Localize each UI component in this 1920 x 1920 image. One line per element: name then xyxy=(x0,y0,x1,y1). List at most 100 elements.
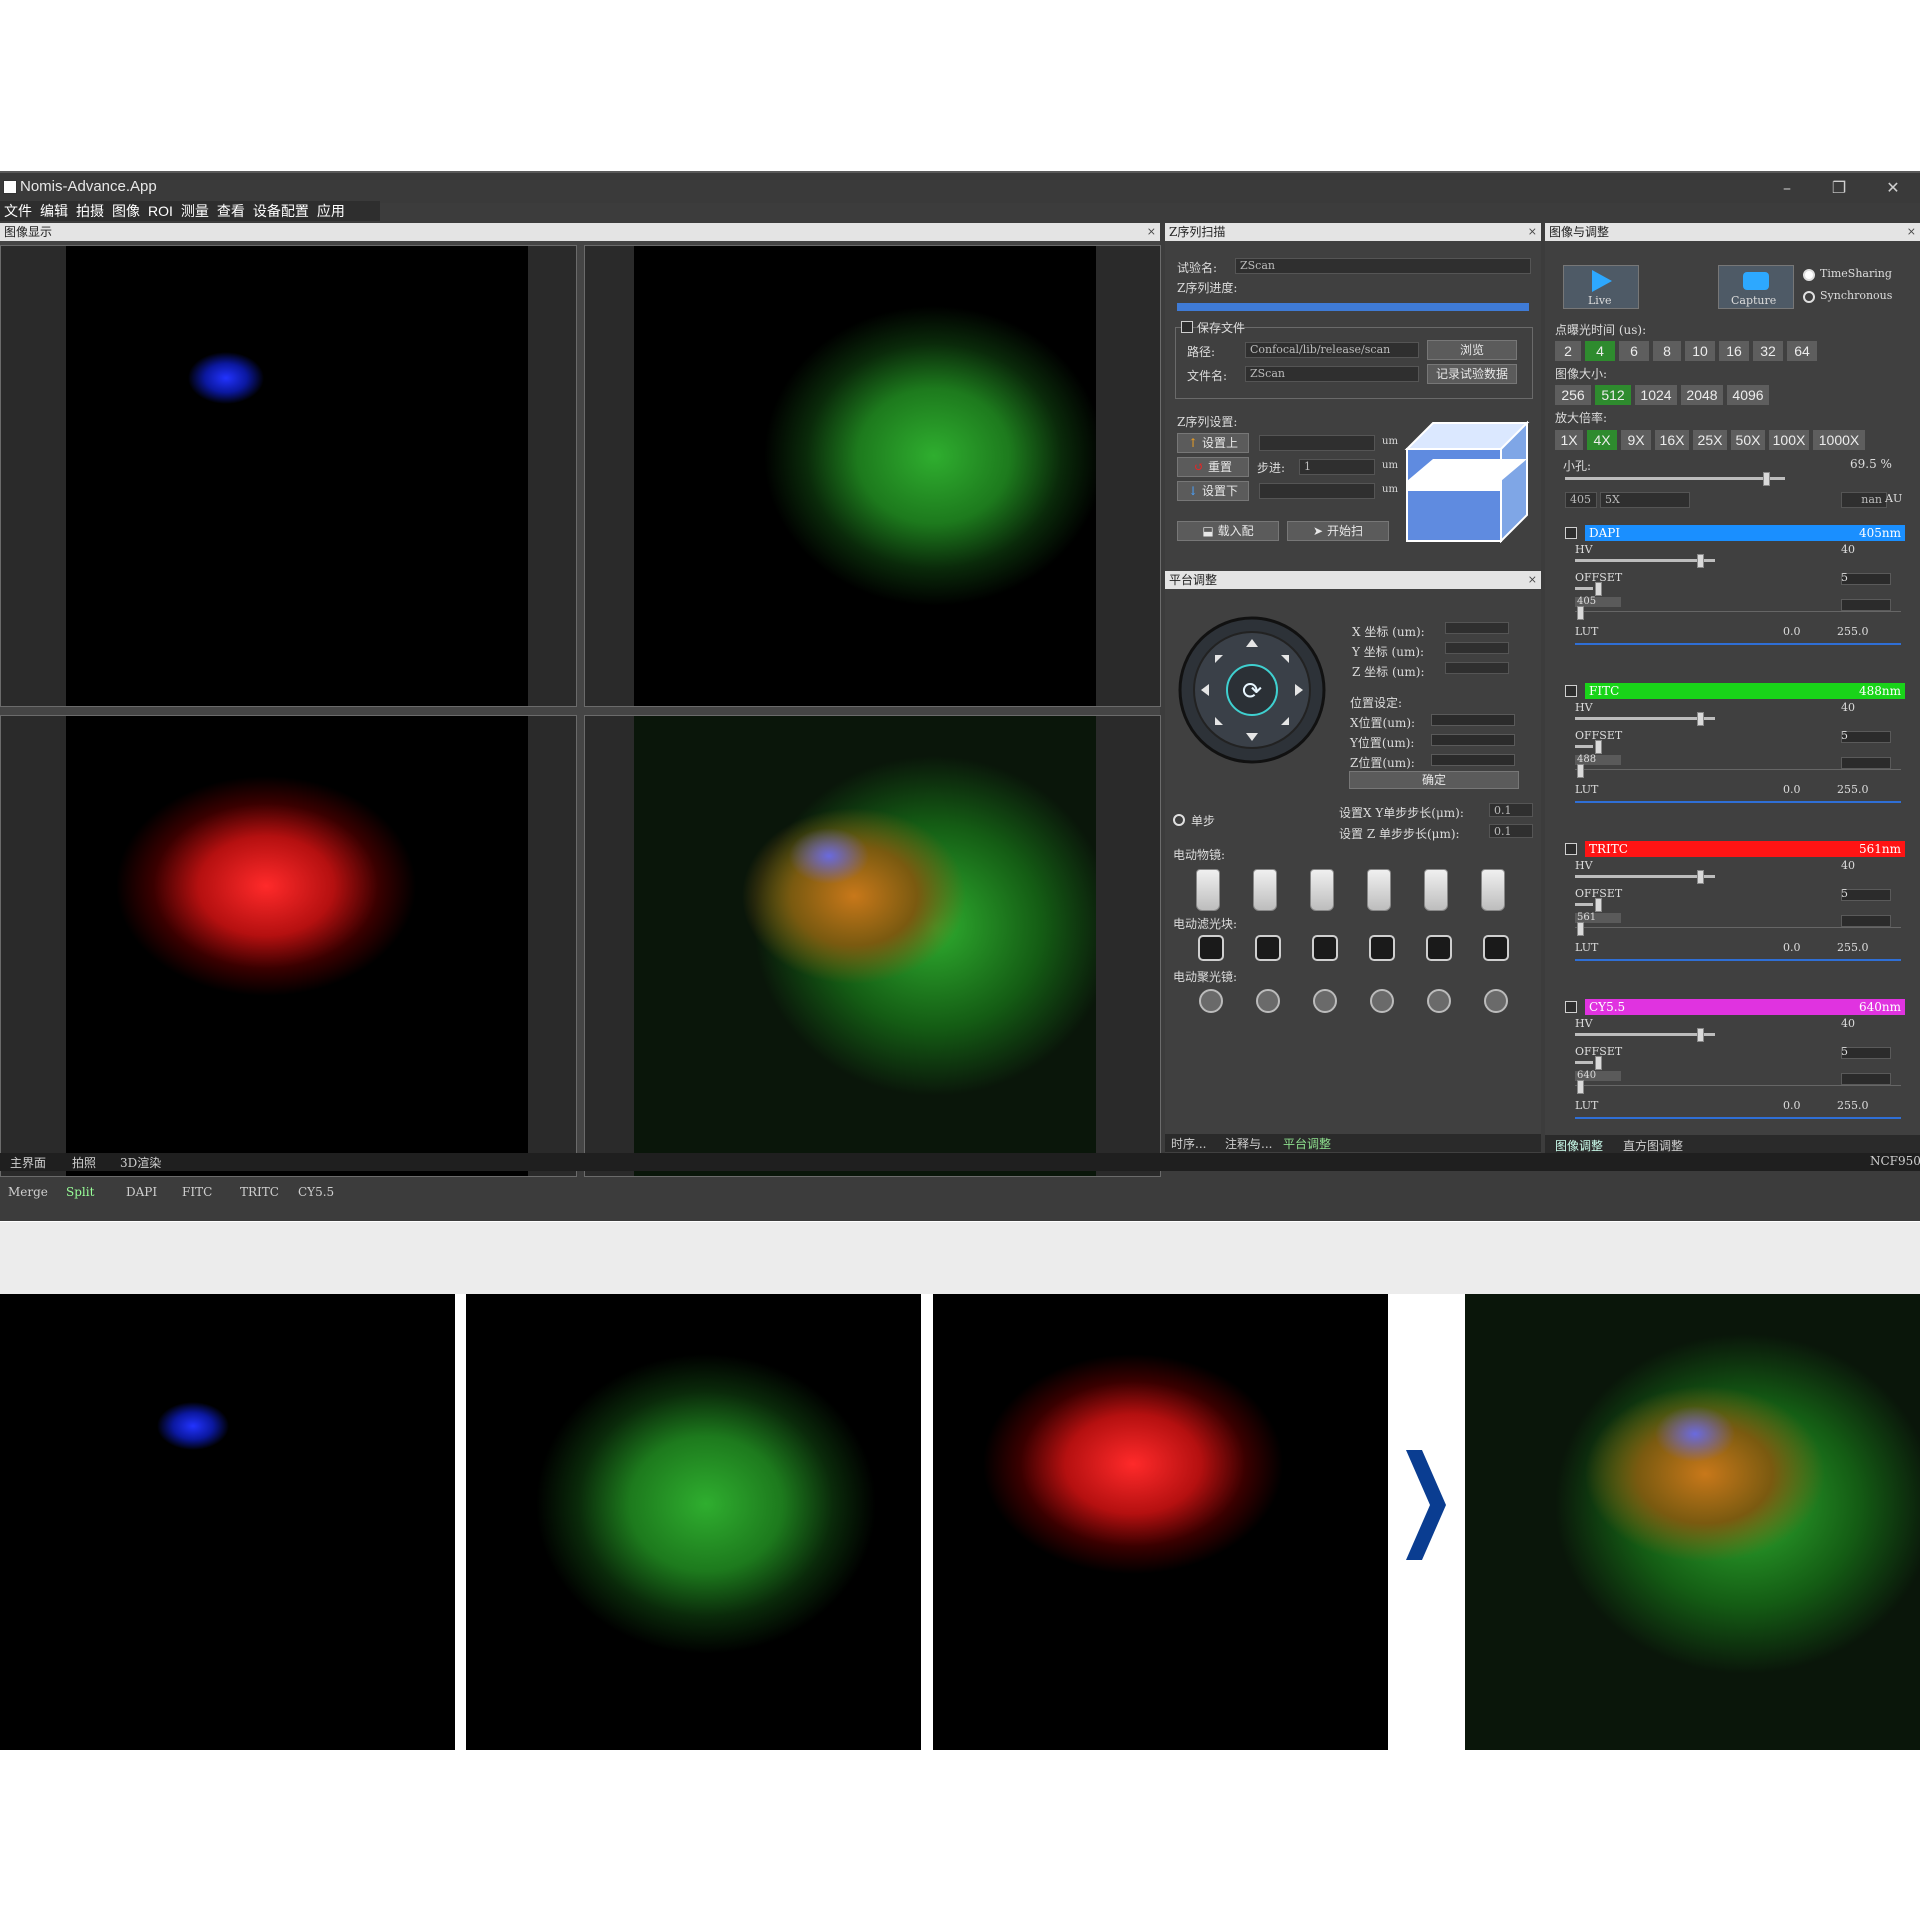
tab-timeseries[interactable]: 时序... xyxy=(1171,1135,1206,1152)
lut-max[interactable]: 255.0 xyxy=(1837,941,1869,954)
menu-file[interactable]: 文件 xyxy=(0,201,36,221)
zpos-field[interactable] xyxy=(1431,754,1515,766)
tab-annotation[interactable]: 注释与... xyxy=(1225,1135,1272,1152)
condenser-2-icon[interactable] xyxy=(1256,989,1280,1013)
image-cell-merge[interactable] xyxy=(584,715,1161,1177)
filter-5-icon[interactable] xyxy=(1426,935,1452,961)
channel-sub-value[interactable] xyxy=(1841,757,1891,769)
offset-knob[interactable] xyxy=(1595,898,1602,912)
x-coord-field[interactable] xyxy=(1445,622,1509,634)
xpos-field[interactable] xyxy=(1431,714,1515,726)
tab-main[interactable]: 主界面 xyxy=(10,1154,46,1171)
zoom-option[interactable]: 9X xyxy=(1621,430,1651,450)
path-field[interactable]: Confocal/lib/release/scan xyxy=(1245,342,1419,358)
record-button[interactable]: 记录试验数据 xyxy=(1427,364,1517,384)
lut-range-bar[interactable] xyxy=(1575,1117,1901,1119)
lut-range-bar[interactable] xyxy=(1575,643,1901,645)
y-coord-field[interactable] xyxy=(1445,642,1509,654)
channel-header[interactable]: TRITC 561nm xyxy=(1585,841,1905,857)
objective-20x-icon[interactable] xyxy=(1253,869,1277,911)
condenser-6-icon[interactable] xyxy=(1484,989,1508,1013)
tab-merge[interactable]: Merge xyxy=(8,1185,48,1199)
offset-knob[interactable] xyxy=(1595,740,1602,754)
offset-slider[interactable] xyxy=(1575,903,1593,906)
zoom-option[interactable]: 25X xyxy=(1693,430,1727,450)
lut-min[interactable]: 0.0 xyxy=(1783,1099,1801,1112)
filter-1-icon[interactable] xyxy=(1198,935,1224,961)
hv-slider[interactable] xyxy=(1575,559,1715,562)
condenser-1-icon[interactable] xyxy=(1199,989,1223,1013)
channel-enable-checkbox[interactable] xyxy=(1565,527,1577,539)
menu-apps[interactable]: 应用 xyxy=(313,201,349,221)
filter-6-icon[interactable] xyxy=(1483,935,1509,961)
lut-max[interactable]: 255.0 xyxy=(1837,783,1869,796)
restore-icon[interactable]: ❐ xyxy=(1816,176,1862,200)
filter-3-icon[interactable] xyxy=(1312,935,1338,961)
z-step-field[interactable]: 0.1 xyxy=(1489,824,1533,838)
menu-roi[interactable]: ROI xyxy=(144,201,177,221)
lut-marker[interactable] xyxy=(1577,1080,1584,1094)
tab-3d[interactable]: 3D渲染 xyxy=(120,1154,161,1171)
zoom-option[interactable]: 1000X xyxy=(1813,430,1865,450)
tab-histogram[interactable]: 直方图调整 xyxy=(1623,1137,1683,1154)
channel-enable-checkbox[interactable] xyxy=(1565,1001,1577,1013)
filter-2-icon[interactable] xyxy=(1255,935,1281,961)
stage-joystick[interactable]: ⟳ xyxy=(1177,615,1327,765)
hv-slider[interactable] xyxy=(1575,717,1715,720)
offset-field[interactable] xyxy=(1841,573,1891,585)
exposure-option[interactable]: 16 xyxy=(1719,341,1749,361)
offset-slider[interactable] xyxy=(1575,587,1593,590)
reset-button[interactable]: ↺ 重置 xyxy=(1177,457,1249,477)
image-cell-fitc[interactable] xyxy=(584,245,1161,707)
pinhole-knob[interactable] xyxy=(1763,472,1770,486)
objective-100x-icon[interactable] xyxy=(1367,869,1391,911)
size-option[interactable]: 512 xyxy=(1595,385,1631,405)
tab-split[interactable]: Split xyxy=(66,1185,94,1199)
step-field[interactable]: 1 xyxy=(1299,459,1375,475)
image-cell-tritc[interactable] xyxy=(0,715,577,1177)
tab-dapi[interactable]: DAPI xyxy=(126,1185,157,1199)
exposure-option[interactable]: 2 xyxy=(1555,341,1581,361)
set-bottom-button[interactable]: ↓ 设置下 xyxy=(1177,481,1249,501)
minimize-icon[interactable]: – xyxy=(1764,176,1810,200)
offset-slider[interactable] xyxy=(1575,745,1593,748)
zoom-option[interactable]: 16X xyxy=(1655,430,1689,450)
offset-slider[interactable] xyxy=(1575,1061,1593,1064)
size-option[interactable]: 1024 xyxy=(1635,385,1677,405)
lut-marker[interactable] xyxy=(1577,764,1584,778)
objective-select[interactable]: 5X xyxy=(1600,492,1690,508)
channel-sub-value[interactable] xyxy=(1841,1073,1891,1085)
hv-slider[interactable] xyxy=(1575,875,1715,878)
size-option[interactable]: 256 xyxy=(1555,385,1591,405)
ypos-field[interactable] xyxy=(1431,734,1515,746)
channel-enable-checkbox[interactable] xyxy=(1565,685,1577,697)
zoom-option[interactable]: 4X xyxy=(1587,430,1617,450)
close-icon[interactable]: ✕ xyxy=(1870,176,1916,200)
condenser-3-icon[interactable] xyxy=(1313,989,1337,1013)
adjust-close-icon[interactable]: × xyxy=(1907,223,1916,241)
channel-header[interactable]: DAPI 405nm xyxy=(1585,525,1905,541)
lut-min[interactable]: 0.0 xyxy=(1783,941,1801,954)
hv-knob[interactable] xyxy=(1697,870,1704,884)
image-cell-dapi[interactable] xyxy=(0,245,577,707)
tab-cy55[interactable]: CY5.5 xyxy=(298,1185,334,1199)
channel-header[interactable]: CY5.5 640nm xyxy=(1585,999,1905,1015)
lut-marker[interactable] xyxy=(1577,606,1584,620)
offset-field[interactable] xyxy=(1841,889,1891,901)
hv-slider[interactable] xyxy=(1575,1033,1715,1036)
set-top-button[interactable]: ↑ 设置上 xyxy=(1177,433,1249,453)
channel-sub-value[interactable] xyxy=(1841,599,1891,611)
top-field[interactable] xyxy=(1259,435,1375,451)
exposure-option[interactable]: 6 xyxy=(1619,341,1649,361)
exposure-option[interactable]: 10 xyxy=(1685,341,1715,361)
menu-image[interactable]: 图像 xyxy=(108,201,144,221)
lut-min[interactable]: 0.0 xyxy=(1783,625,1801,638)
exposure-option[interactable]: 64 xyxy=(1787,341,1817,361)
offset-field[interactable] xyxy=(1841,731,1891,743)
tab-tritc[interactable]: TRITC xyxy=(240,1185,279,1199)
exp-name-field[interactable]: ZScan xyxy=(1235,258,1531,274)
channel-enable-checkbox[interactable] xyxy=(1565,843,1577,855)
bottom-field[interactable] xyxy=(1259,483,1375,499)
condenser-5-icon[interactable] xyxy=(1427,989,1451,1013)
pinhole-slider[interactable] xyxy=(1565,477,1785,480)
